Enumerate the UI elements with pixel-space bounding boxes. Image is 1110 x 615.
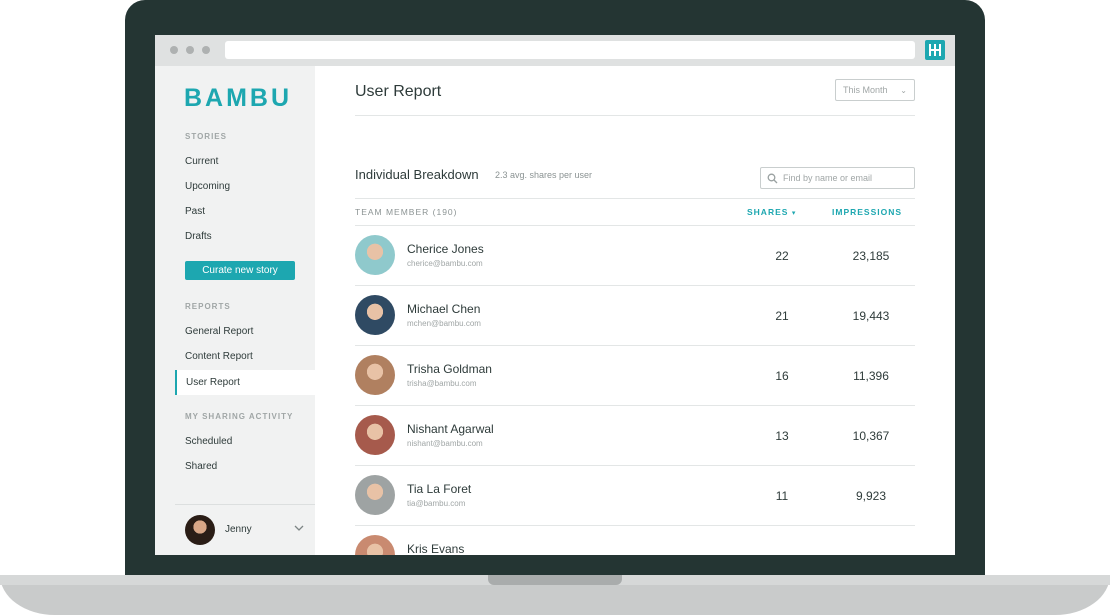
impressions-count: 19,443 [852, 309, 890, 323]
table-row[interactable]: Michael Chen mchen@bambu.com 21 19,443 [355, 285, 915, 345]
member-email: mchen@bambu.com [407, 319, 481, 328]
browser-toolbar [155, 35, 955, 66]
member-avatar[interactable] [355, 415, 395, 455]
member-email: tia@bambu.com [407, 499, 466, 508]
sidebar-item-upcoming[interactable]: Upcoming [185, 181, 230, 192]
member-name[interactable]: Trisha Goldman [407, 362, 492, 376]
impressions-count: 9,923 [855, 489, 887, 503]
shares-count: 13 [775, 429, 789, 443]
sidebar-item-content-report[interactable]: Content Report [185, 351, 253, 362]
search-input[interactable] [783, 171, 908, 185]
page-title: User Report [355, 83, 442, 100]
shares-count: 11 [775, 489, 789, 503]
table-row[interactable]: Nishant Agarwal nishant@bambu.com 13 10,367 [355, 405, 915, 465]
sidebar-item-drafts[interactable]: Drafts [185, 231, 212, 242]
chevron-down-icon[interactable] [294, 523, 304, 533]
section-label-stories: STORIES [185, 132, 227, 141]
shares-count: 22 [775, 249, 789, 263]
impressions-count: 23,185 [852, 249, 890, 263]
member-name[interactable]: Kris Evans [407, 542, 464, 555]
search-box[interactable] [760, 167, 915, 189]
sidebar-item-current[interactable]: Current [185, 156, 218, 167]
window-dot-icon[interactable] [186, 46, 194, 54]
period-select[interactable]: This Month ⌄ [835, 79, 915, 101]
member-name[interactable]: Cherice Jones [407, 242, 484, 256]
table-row[interactable]: Tia La Foret tia@bambu.com 11 9,923 [355, 465, 915, 525]
section-label-reports: REPORTS [185, 302, 231, 311]
period-select-value: This Month [843, 85, 888, 95]
user-avatar[interactable] [185, 515, 215, 545]
member-email: cherice@bambu.com [407, 259, 483, 268]
column-header-team-member: TEAM MEMBER (190) [355, 207, 458, 217]
sidebar-item-past[interactable]: Past [185, 206, 205, 217]
laptop-notch [488, 575, 622, 585]
window-dot-icon[interactable] [202, 46, 210, 54]
bambu-logo: BAMBU [184, 84, 293, 112]
sidebar-item-user-report[interactable]: User Report [175, 370, 315, 395]
member-avatar[interactable] [355, 355, 395, 395]
breakdown-subtitle: 2.3 avg. shares per user [495, 170, 593, 180]
member-email: nishant@bambu.com [407, 439, 483, 448]
member-name[interactable]: Tia La Foret [407, 482, 471, 496]
user-name[interactable]: Jenny [225, 524, 252, 535]
main-content: User Report This Month ⌄ Individual Brea… [315, 66, 955, 555]
sidebar-item-general-report[interactable]: General Report [185, 326, 253, 337]
section-label-my-sharing-activity: MY SHARING ACTIVITY [185, 412, 294, 421]
window-dot-icon[interactable] [170, 46, 178, 54]
bambu-extension-icon[interactable] [925, 40, 945, 60]
column-header-shares[interactable]: SHARES ▾ [747, 207, 796, 217]
sidebar: BAMBU STORIES Current Upcoming Past Draf… [155, 66, 315, 555]
shares-count: 16 [775, 369, 789, 383]
chevron-down-icon: ⌄ [900, 86, 907, 95]
table-top-divider [355, 198, 915, 199]
member-avatar[interactable] [355, 535, 395, 555]
breakdown-title: Individual Breakdown [355, 167, 479, 182]
impressions-count: 11,396 [853, 369, 889, 383]
member-name[interactable]: Michael Chen [407, 302, 480, 316]
curate-new-story-button[interactable]: Curate new story [185, 261, 295, 280]
member-email: trisha@bambu.com [407, 379, 477, 388]
sidebar-item-shared[interactable]: Shared [185, 461, 217, 472]
table-row[interactable]: Kris Evans [355, 525, 915, 555]
table-row[interactable]: Cherice Jones cherice@bambu.com 22 23,185 [355, 225, 915, 285]
sidebar-item-scheduled[interactable]: Scheduled [185, 436, 232, 447]
shares-count: 21 [775, 309, 789, 323]
sort-caret-icon: ▾ [791, 210, 797, 217]
header-divider [355, 115, 915, 116]
member-avatar[interactable] [355, 295, 395, 335]
member-avatar[interactable] [355, 475, 395, 515]
url-bar[interactable] [225, 41, 915, 59]
table-row[interactable]: Trisha Goldman trisha@bambu.com 16 11,396 [355, 345, 915, 405]
search-icon [767, 173, 778, 184]
column-header-impressions[interactable]: IMPRESSIONS [832, 207, 902, 217]
sidebar-divider [175, 504, 315, 505]
member-avatar[interactable] [355, 235, 395, 275]
browser-window: BAMBU STORIES Current Upcoming Past Draf… [155, 35, 955, 555]
column-header-shares-label: SHARES [747, 207, 789, 217]
impressions-count: 10,367 [852, 429, 890, 443]
member-name[interactable]: Nishant Agarwal [407, 422, 494, 436]
